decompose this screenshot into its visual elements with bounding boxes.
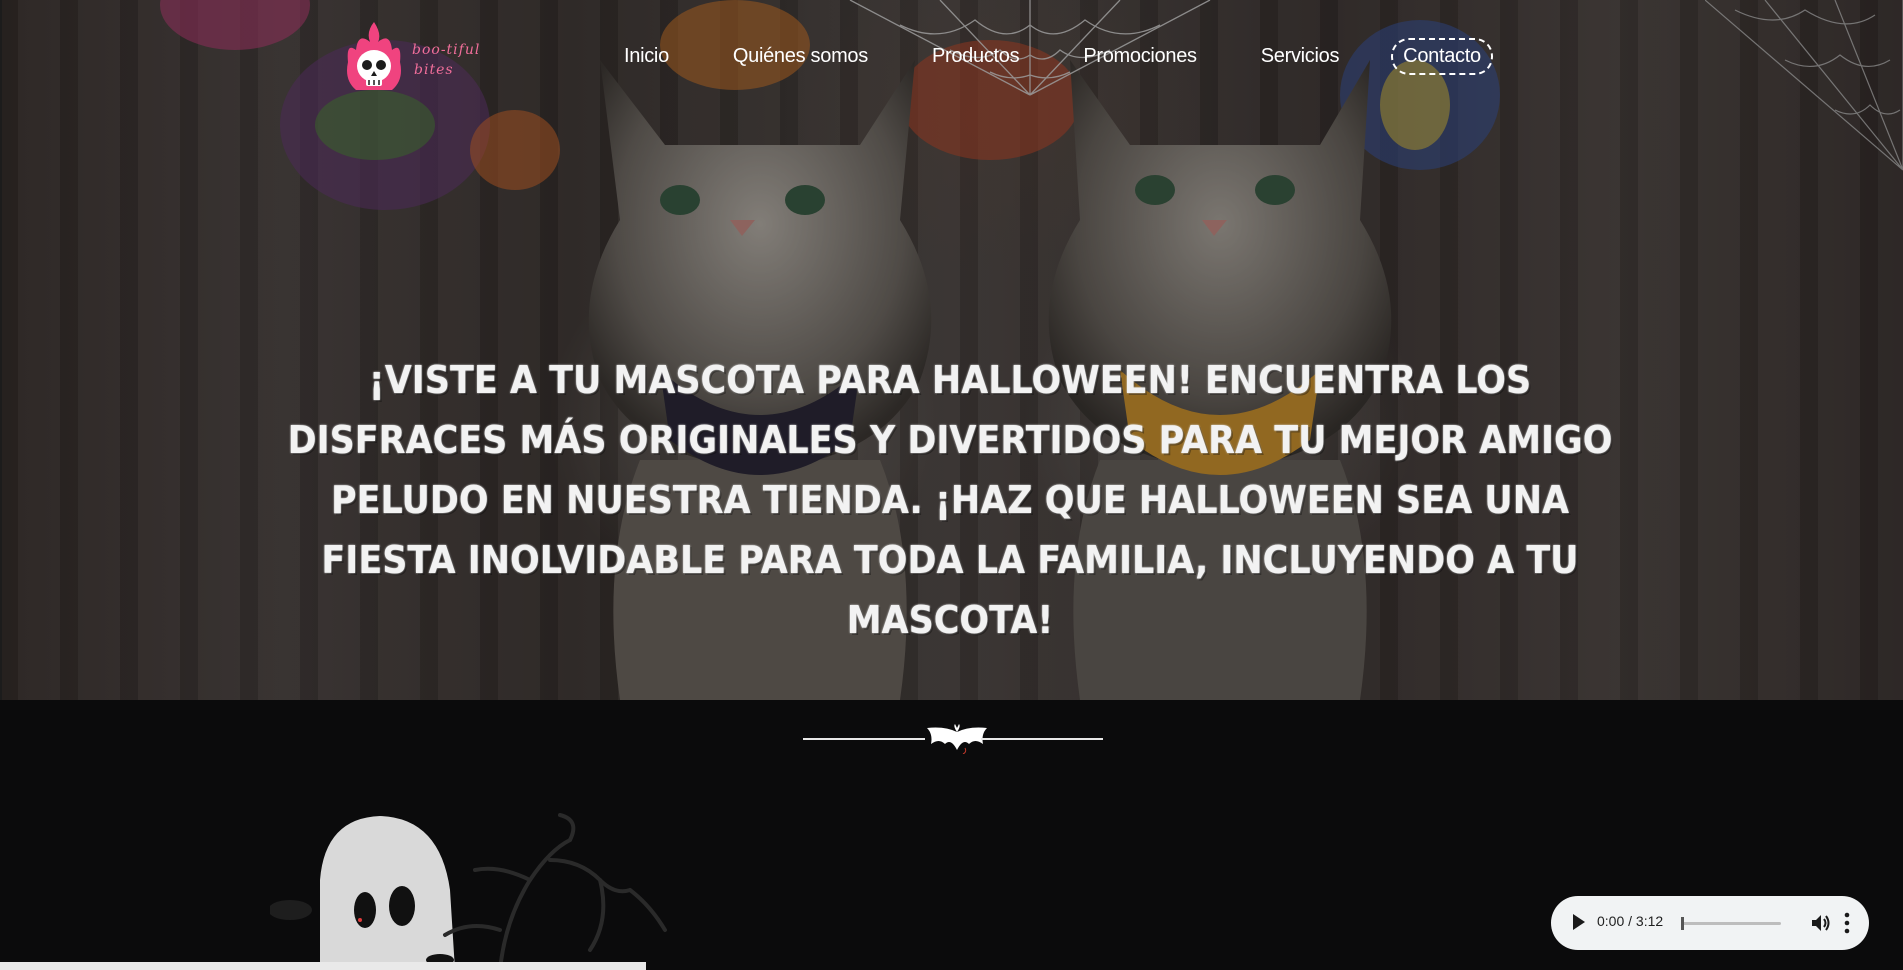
main-menu: Inicio Quiénes somos Productos Promocion…	[612, 38, 1493, 75]
ghost-tree-illustration	[270, 813, 667, 970]
nav-inicio[interactable]: Inicio	[612, 39, 681, 74]
divider-line-right	[981, 738, 1103, 740]
more-vert-icon[interactable]	[1844, 911, 1850, 935]
logo[interactable]: boo-tiful bites	[342, 20, 492, 100]
browser-status-bar	[0, 962, 646, 970]
section-divider	[803, 722, 1103, 754]
audio-time: 0:00 / 3:12	[1597, 913, 1664, 929]
nav-contacto-button[interactable]: Contacto	[1391, 38, 1493, 75]
logo-text-line2: bites	[414, 62, 454, 78]
nav-quienes-somos[interactable]: Quiénes somos	[721, 39, 880, 74]
skull-flame-logo-icon	[347, 22, 401, 90]
logo-text-line1: boo-tiful	[412, 42, 481, 58]
hero-section: boo-tiful bites Inicio Quiénes somos Pro…	[0, 0, 1903, 700]
nav-productos[interactable]: Productos	[920, 39, 1031, 74]
volume-icon[interactable]	[1809, 912, 1831, 934]
navbar: boo-tiful bites Inicio Quiénes somos Pro…	[0, 20, 1903, 100]
audio-seek-knob[interactable]	[1681, 917, 1684, 930]
nav-servicios[interactable]: Servicios	[1249, 39, 1351, 74]
page-edge	[0, 0, 2, 700]
play-icon[interactable]	[1573, 914, 1585, 930]
ghost-icon	[320, 816, 455, 970]
audio-player[interactable]: 0:00 / 3:12	[1551, 896, 1869, 950]
tree-icon	[443, 813, 667, 970]
bat-icon	[927, 724, 987, 754]
divider-line-left	[803, 738, 925, 740]
audio-seek-bar[interactable]	[1681, 922, 1781, 925]
hero-headline: ¡Viste a tu mascota para Halloween! Encu…	[287, 358, 1613, 642]
logo-text: boo-tiful bites	[412, 40, 480, 80]
nav-promociones[interactable]: Promociones	[1071, 39, 1208, 74]
